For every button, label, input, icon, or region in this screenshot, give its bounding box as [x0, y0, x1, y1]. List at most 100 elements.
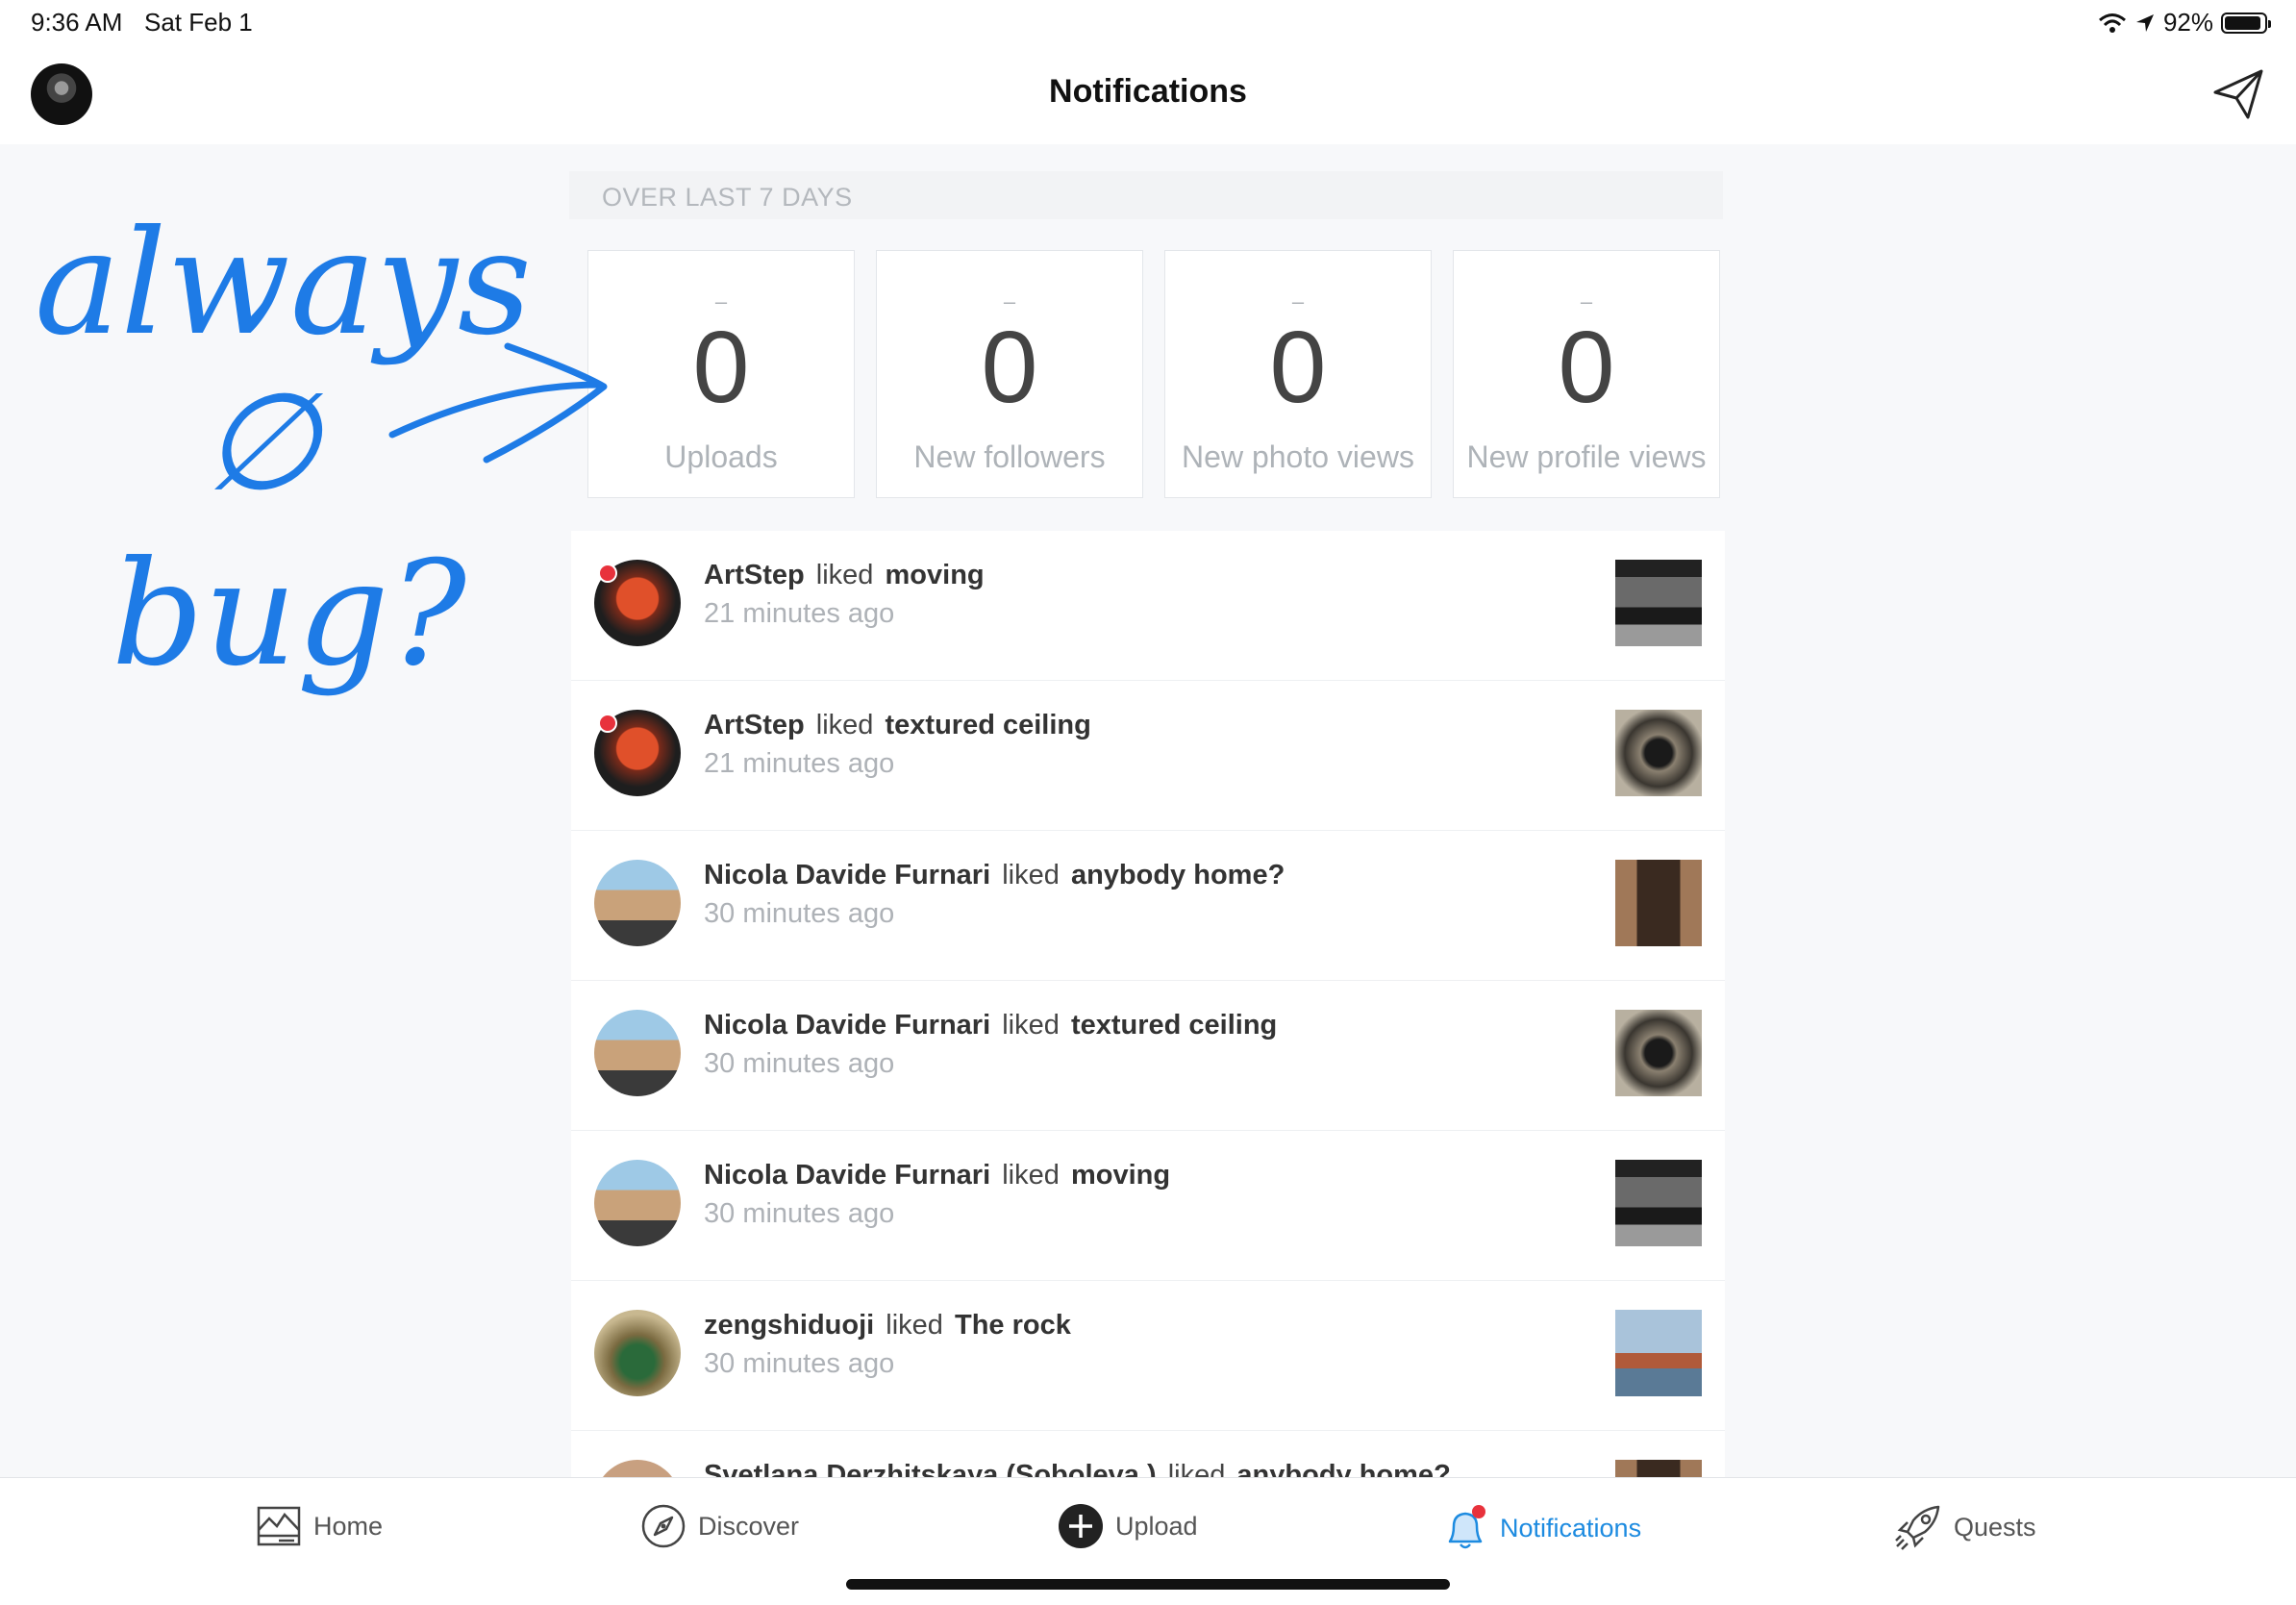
stat-card-new-photo-views: – 0 New photo views	[1164, 250, 1432, 498]
handwritten-annotation: always ∅ bug?	[35, 200, 608, 698]
actor-name[interactable]: Nicola Davide Furnari	[704, 860, 990, 890]
action-verb: liked	[1167, 1460, 1226, 1477]
stat-value: 0	[1558, 311, 1615, 424]
photo-thumbnail[interactable]	[1615, 1310, 1702, 1396]
stat-card-new-followers: – 0 New followers	[876, 250, 1143, 498]
tab-home[interactable]: Home	[256, 1503, 383, 1549]
photo-thumbnail[interactable]	[1615, 1160, 1702, 1246]
notification-row[interactable]: ArtStep liked textured ceiling 21 minute…	[571, 681, 1725, 831]
annotation-arrowhead	[483, 342, 608, 464]
notification-row[interactable]: Nicola Davide Furnari liked moving 30 mi…	[571, 1131, 1725, 1281]
status-date: Sat Feb 1	[144, 8, 253, 37]
tab-label: Upload	[1115, 1511, 1198, 1541]
tab-label: Discover	[698, 1511, 800, 1541]
stat-label: New profile views	[1466, 439, 1707, 474]
plus-circle-icon	[1059, 1504, 1103, 1548]
location-arrow-icon	[2135, 13, 2154, 32]
bell-icon	[1448, 1505, 1485, 1549]
tab-quests[interactable]: Quests	[1894, 1503, 2036, 1551]
photo-title[interactable]: anybody home?	[1236, 1460, 1450, 1477]
stat-label: New photo views	[1182, 439, 1414, 474]
tab-label: Home	[313, 1511, 384, 1541]
stat-value: 0	[981, 311, 1038, 424]
notification-text: Nicola Davide Furnari liked moving	[704, 1160, 1170, 1191]
timestamp: 30 minutes ago	[704, 898, 895, 929]
notification-text: Svetlana Derzhitskaya (Soboleva ) liked …	[704, 1460, 1451, 1477]
notification-text: Nicola Davide Furnari liked anybody home…	[704, 860, 1285, 891]
annotation-word-always: always	[35, 200, 532, 367]
unread-indicator	[598, 714, 617, 733]
notification-text: zengshiduoji liked The rock	[704, 1310, 1071, 1342]
timestamp: 21 minutes ago	[704, 748, 895, 779]
compass-icon	[641, 1504, 686, 1548]
action-verb: liked	[815, 710, 874, 740]
paper-plane-icon[interactable]	[2211, 67, 2265, 121]
photo-thumbnail[interactable]	[1615, 560, 1702, 646]
timestamp: 30 minutes ago	[704, 1198, 895, 1229]
timestamp: 30 minutes ago	[704, 1348, 895, 1379]
user-avatar[interactable]	[594, 860, 681, 946]
stat-card-uploads: – 0 Uploads	[587, 250, 855, 498]
top-bar: 9:36 AM Sat Feb 1 92% Notifications	[0, 0, 2296, 144]
timestamp: 21 minutes ago	[704, 598, 895, 629]
home-landscape-icon	[257, 1506, 301, 1546]
user-avatar[interactable]	[594, 1310, 681, 1396]
unread-indicator	[598, 564, 617, 583]
action-verb: liked	[815, 560, 874, 590]
action-verb: liked	[1002, 1160, 1060, 1191]
actor-name[interactable]: ArtStep	[704, 710, 805, 740]
tab-notifications[interactable]: Notifications	[1442, 1503, 1641, 1553]
tab-discover[interactable]: Discover	[640, 1503, 799, 1549]
user-avatar[interactable]	[594, 1160, 681, 1246]
stat-value: 0	[1269, 311, 1327, 424]
photo-title[interactable]: moving	[1071, 1160, 1170, 1191]
photo-title[interactable]: textured ceiling	[1071, 1010, 1277, 1041]
tab-label: Notifications	[1500, 1513, 1642, 1542]
photo-title[interactable]: The rock	[955, 1310, 1071, 1341]
photo-thumbnail[interactable]	[1615, 1460, 1702, 1477]
rocket-icon	[1895, 1505, 1940, 1550]
notification-row[interactable]: Svetlana Derzhitskaya (Soboleva ) liked …	[571, 1431, 1725, 1477]
annotation-arrow	[388, 381, 604, 439]
notification-row[interactable]: Nicola Davide Furnari liked textured cei…	[571, 981, 1725, 1131]
photo-title[interactable]: anybody home?	[1071, 860, 1285, 890]
wifi-icon	[2098, 13, 2126, 33]
notification-row[interactable]: zengshiduoji liked The rock 30 minutes a…	[571, 1281, 1725, 1431]
user-avatar[interactable]	[594, 1460, 681, 1477]
stats-period-label: OVER LAST 7 DAYS	[569, 171, 1723, 219]
notification-text: ArtStep liked moving	[704, 560, 985, 591]
notification-row[interactable]: Nicola Davide Furnari liked anybody home…	[571, 831, 1725, 981]
photo-thumbnail[interactable]	[1615, 1010, 1702, 1096]
photo-thumbnail[interactable]	[1615, 710, 1702, 796]
actor-name[interactable]: Nicola Davide Furnari	[704, 1160, 990, 1191]
battery-icon	[2221, 12, 2271, 34]
stat-card-new-profile-views: – 0 New profile views	[1453, 250, 1720, 498]
status-icons: 92%	[2098, 8, 2271, 38]
stat-label: Uploads	[664, 439, 778, 474]
action-verb: liked	[1002, 1010, 1060, 1041]
user-avatar[interactable]	[594, 1010, 681, 1096]
photo-title[interactable]: moving	[886, 560, 985, 590]
battery-fill	[2225, 15, 2260, 30]
battery-percent: 92%	[2162, 8, 2213, 37]
action-verb: liked	[1002, 860, 1060, 890]
actor-name[interactable]: ArtStep	[704, 560, 805, 590]
notification-row[interactable]: ArtStep liked moving 21 minutes ago	[571, 531, 1725, 681]
notification-text: ArtStep liked textured ceiling	[704, 710, 1091, 741]
notifications-list[interactable]: ArtStep liked moving 21 minutes ago ArtS…	[571, 531, 1725, 1477]
photo-title[interactable]: textured ceiling	[886, 710, 1091, 740]
actor-name[interactable]: Svetlana Derzhitskaya (Soboleva )	[704, 1460, 1157, 1477]
notification-badge	[1472, 1505, 1485, 1518]
timestamp: 30 minutes ago	[704, 1048, 895, 1079]
actor-name[interactable]: zengshiduoji	[704, 1310, 874, 1341]
annotation-word-bug: bug?	[112, 531, 468, 698]
stat-value: 0	[692, 311, 750, 424]
annotation-empty-set: ∅	[202, 364, 324, 521]
action-verb: liked	[886, 1310, 943, 1341]
tab-upload[interactable]: Upload	[1058, 1503, 1198, 1549]
actor-name[interactable]: Nicola Davide Furnari	[704, 1010, 990, 1041]
tab-label: Quests	[1954, 1512, 2036, 1542]
photo-thumbnail[interactable]	[1615, 860, 1702, 946]
page-title: Notifications	[1049, 73, 1247, 110]
home-indicator[interactable]	[846, 1579, 1450, 1590]
